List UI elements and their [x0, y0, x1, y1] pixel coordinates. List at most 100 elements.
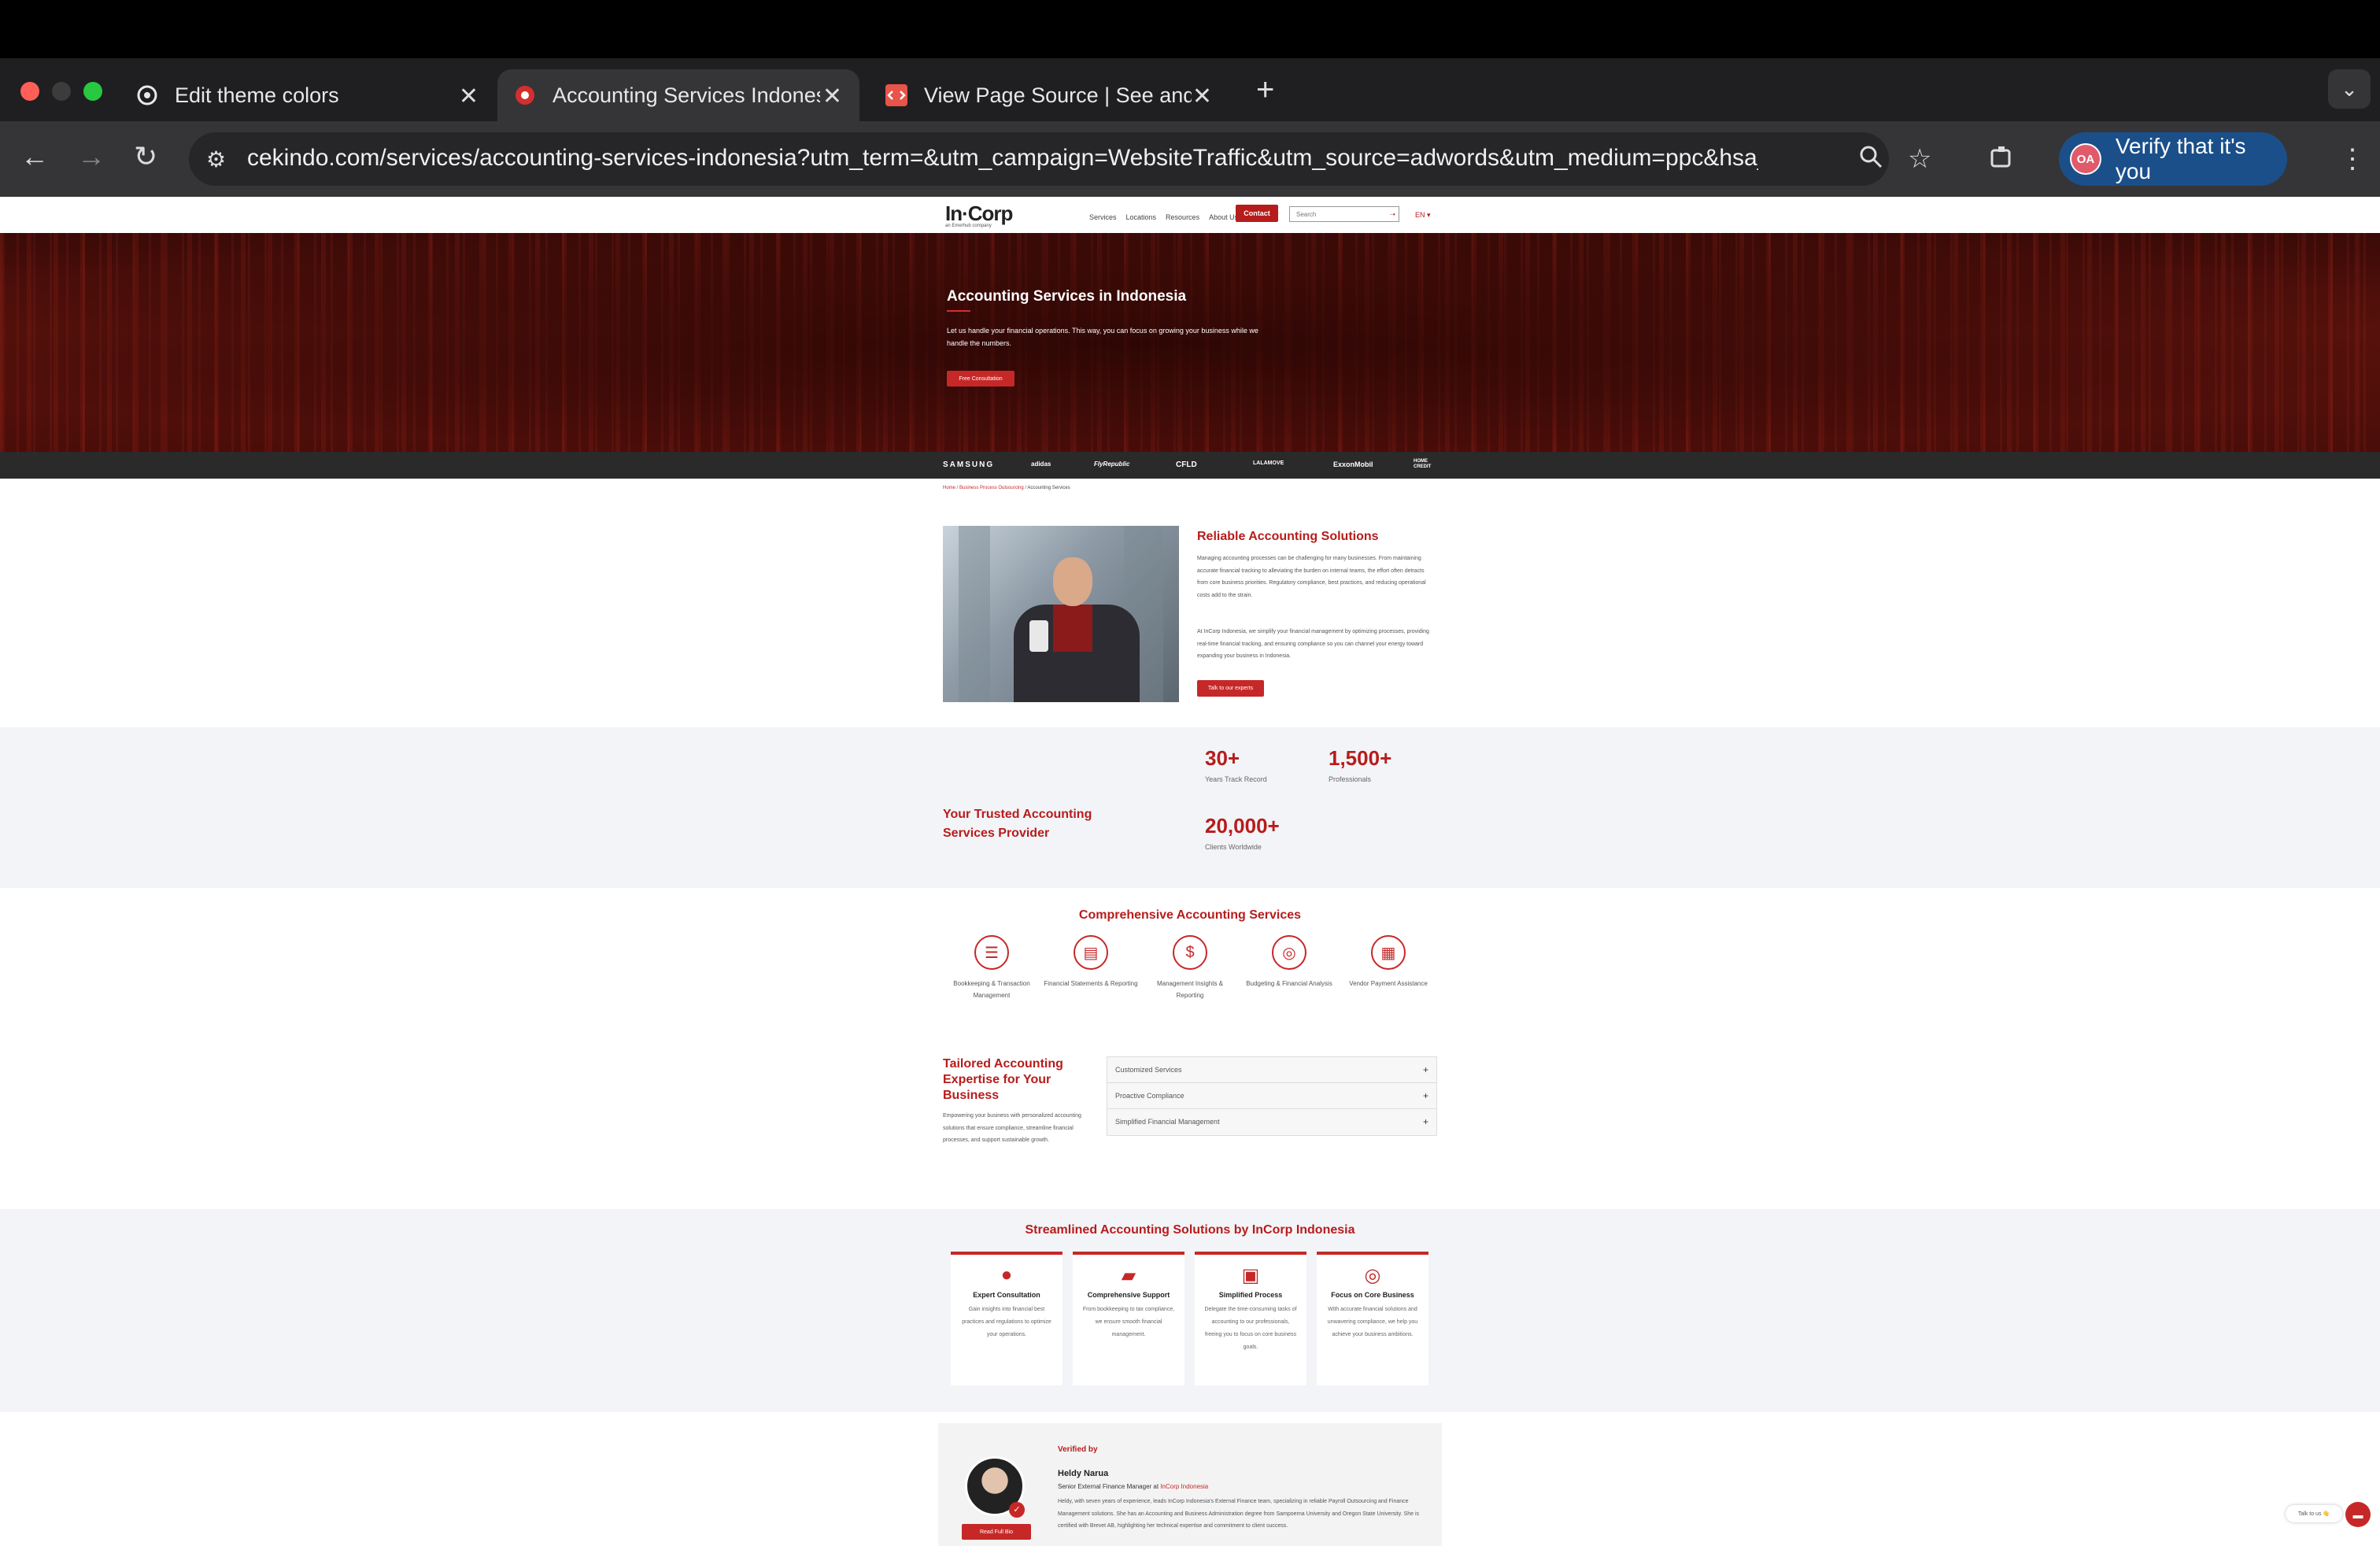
accordion-simplified-financial-management[interactable]: Simplified Financial Management +	[1107, 1109, 1436, 1135]
browser-menu-icon[interactable]: ⋮	[2339, 143, 2366, 175]
chat-widget-icon[interactable]: ▬	[2345, 1502, 2371, 1527]
stat-years: 30+ Years Track Record	[1205, 746, 1267, 783]
author-role: Senior External Finance Manager at InCor…	[1058, 1483, 1208, 1490]
address-bar[interactable]: ⚙ cekindo.com/services/accounting-servic…	[189, 132, 1889, 186]
client-logo-samsung: SAMSUNG	[943, 460, 995, 469]
card-title: Expert Consultation	[973, 1291, 1040, 1299]
client-logo-lalamove: LALAMOVE	[1253, 460, 1284, 466]
nav-about-us[interactable]: About Us	[1209, 213, 1238, 221]
expand-plus-icon[interactable]: +	[1423, 1090, 1428, 1101]
stat-value: 30+	[1205, 746, 1240, 770]
service-management-insights[interactable]: $ Management Insights & Reporting	[1143, 935, 1237, 1001]
expand-plus-icon[interactable]: +	[1423, 1064, 1428, 1075]
service-bookkeeping[interactable]: ☰ Bookkeeping & Transaction Management	[944, 935, 1039, 1001]
accordion-customized-services[interactable]: Customized Services +	[1107, 1057, 1436, 1083]
back-button[interactable]: ←	[20, 140, 49, 173]
tab-search-button[interactable]: ⌄	[2328, 69, 2371, 109]
site-info-icon[interactable]: ⚙	[206, 146, 226, 172]
reliable-paragraph-1: Managing accounting processes can be cha…	[1197, 556, 1426, 598]
search-placeholder: Search	[1296, 211, 1317, 218]
openai-icon	[134, 82, 161, 109]
new-tab-button[interactable]: +	[1256, 72, 1274, 108]
minimize-window-button[interactable]	[52, 82, 71, 101]
logo-tagline: an Emerhub company	[945, 224, 992, 228]
hero-text: Let us handle your financial operations.…	[947, 327, 1258, 347]
stat-value: 1,500+	[1329, 746, 1392, 770]
tab-title: Edit theme colors	[175, 83, 339, 107]
nav-resources[interactable]: Resources	[1166, 213, 1199, 221]
card-title: Comprehensive Support	[1087, 1291, 1170, 1299]
budget-target-icon: ◎	[1272, 935, 1306, 970]
accordion-proactive-compliance[interactable]: Proactive Compliance +	[1107, 1083, 1436, 1109]
read-full-bio-button[interactable]: Read Full Bio	[962, 1524, 1031, 1540]
features-accordion: Customized Services + Proactive Complian…	[1107, 1056, 1437, 1136]
accordion-label: Proactive Compliance	[1115, 1092, 1184, 1100]
verified-check-icon: ✓	[1009, 1502, 1025, 1518]
service-financial-statements[interactable]: ▤ Financial Statements & Reporting	[1044, 935, 1138, 989]
ledger-icon: ☰	[974, 935, 1009, 970]
comprehensive-title: Comprehensive Accounting Services	[1078, 908, 1302, 922]
nav-services[interactable]: Services	[1089, 213, 1117, 221]
service-label: Management Insights & Reporting	[1156, 980, 1224, 999]
breadcrumb: Home / Business Process Outsourcing / Ac…	[943, 486, 1070, 490]
businessman-photo	[943, 526, 1179, 702]
verified-by-box: ✓ Read Full Bio Verified by Heldy Narua …	[938, 1423, 1442, 1546]
author-org-link[interactable]: InCorp Indonesia	[1160, 1483, 1208, 1490]
card-text: Delegate the time-consuming tasks of acc…	[1204, 1307, 1297, 1350]
stat-value: 20,000+	[1205, 814, 1280, 838]
url-text[interactable]: cekindo.com/services/accounting-services…	[247, 145, 1758, 172]
service-vendor-payment[interactable]: ▦ Vendor Payment Assistance	[1341, 935, 1436, 989]
bookmark-star-icon[interactable]: ☆	[1908, 143, 1931, 175]
target-icon: ◎	[1364, 1265, 1381, 1286]
extensions-icon[interactable]	[1988, 143, 2015, 177]
expand-plus-icon[interactable]: +	[1423, 1116, 1428, 1127]
close-tab-icon[interactable]: ✕	[822, 83, 842, 110]
verify-profile-button[interactable]: OA Verify that it's you	[2059, 132, 2287, 186]
tab-edit-theme-colors[interactable]: Edit theme colors ✕	[134, 69, 496, 121]
client-logo-exxonmobil: ExxonMobil	[1333, 460, 1373, 468]
verified-label: Verified by	[1058, 1445, 1098, 1454]
incorp-logo[interactable]: In·Corp	[945, 202, 1013, 226]
language-selector[interactable]: EN ▾	[1415, 211, 1431, 220]
free-consultation-button[interactable]: Free Consultation	[947, 371, 1014, 386]
search-submit-icon[interactable]: ➝	[1389, 210, 1395, 219]
tab-view-page-source[interactable]: View Page Source | See and c ✕	[883, 69, 1229, 121]
maximize-window-button[interactable]	[83, 82, 102, 101]
zoom-icon[interactable]	[1857, 143, 1884, 174]
title-underline	[947, 310, 970, 312]
breadcrumb-parent[interactable]: Business Process Outsourcing	[959, 486, 1024, 490]
talk-to-us-bubble[interactable]: Talk to us 👋	[2286, 1505, 2342, 1522]
breadcrumb-home[interactable]: Home	[943, 486, 955, 490]
close-tab-icon[interactable]: ✕	[459, 83, 479, 110]
role-at: at	[1151, 1483, 1161, 1490]
client-logo-flyrepublic: FlyRepublic	[1094, 460, 1130, 468]
tab-title: Accounting Services Indonesi	[552, 83, 820, 107]
stat-label: Clients Worldwide	[1205, 843, 1262, 851]
card-simplified-process: ▣ Simplified Process Delegate the time-c…	[1195, 1252, 1306, 1385]
reload-button[interactable]: ↻	[134, 140, 157, 173]
nav-locations[interactable]: Locations	[1126, 213, 1157, 221]
service-label: Bookkeeping & Transaction Management	[953, 980, 1030, 999]
card-expert-consultation: ● Expert Consultation Gain insights into…	[951, 1252, 1062, 1385]
tailored-text: Empowering your business with personaliz…	[943, 1113, 1081, 1143]
forward-button[interactable]: →	[77, 140, 105, 173]
talk-to-experts-button[interactable]: Talk to our experts	[1197, 680, 1264, 697]
stat-professionals: 1,500+ Professionals	[1329, 746, 1391, 783]
card-focus-core-business: ◎ Focus on Core Business With accurate f…	[1317, 1252, 1428, 1385]
author-name: Heldy Narua	[1058, 1469, 1109, 1478]
client-logo-home-credit: HOME CREDIT	[1414, 459, 1432, 469]
tab-accounting-services[interactable]: Accounting Services Indonesi ✕	[497, 69, 859, 121]
service-label: Vendor Payment Assistance	[1349, 980, 1428, 987]
menu-bar	[0, 0, 2380, 58]
service-budgeting[interactable]: ◎ Budgeting & Financial Analysis	[1242, 935, 1336, 989]
verify-label: Verify that it's you	[2115, 134, 2246, 183]
contact-button[interactable]: Contact	[1236, 205, 1278, 222]
author-bio: Heldy, with seven years of experience, l…	[1058, 1499, 1420, 1529]
close-window-button[interactable]	[20, 82, 39, 101]
hero-title: Accounting Services in Indonesia	[947, 288, 1187, 305]
reliable-paragraph-2: At InCorp Indonesia, we simplify your fi…	[1197, 629, 1429, 659]
site-search-input[interactable]: Search ➝	[1289, 206, 1399, 222]
close-tab-icon[interactable]: ✕	[1192, 83, 1212, 110]
role-title: Senior External Finance Manager	[1058, 1483, 1152, 1490]
card-title: Focus on Core Business	[1331, 1291, 1414, 1299]
